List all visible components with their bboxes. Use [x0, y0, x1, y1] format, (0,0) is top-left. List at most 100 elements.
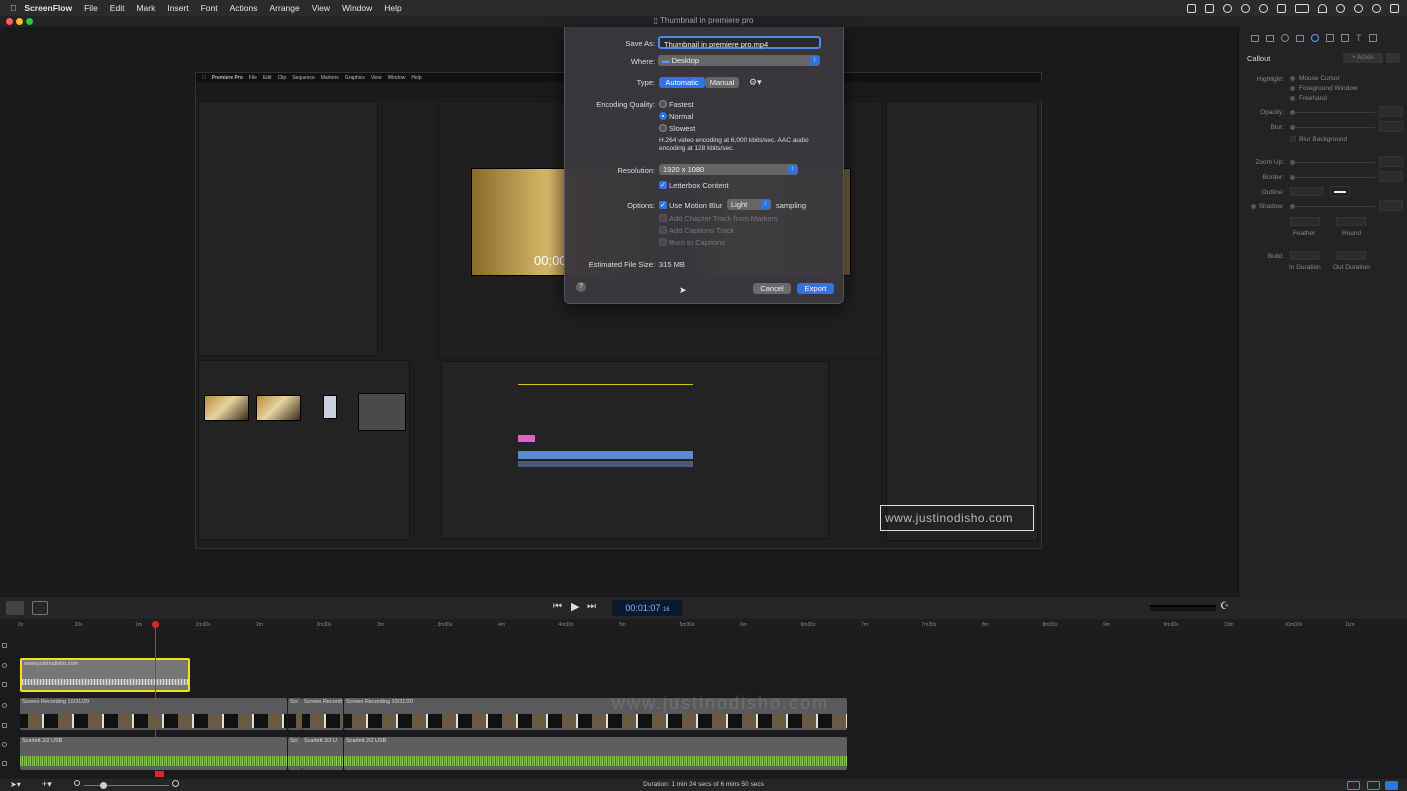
- highlight-window-radio[interactable]: [1290, 86, 1295, 91]
- border-value-field[interactable]: [1379, 171, 1403, 182]
- blur-background-checkbox[interactable]: [1290, 136, 1296, 142]
- touch-callout-icon[interactable]: [1326, 34, 1334, 42]
- text-props-icon[interactable]: T: [1356, 33, 1362, 43]
- menu-app-name[interactable]: ScreenFlow: [24, 3, 72, 13]
- track-visibility-icon-3[interactable]: [2, 742, 7, 747]
- track-visibility-icon-2[interactable]: [2, 703, 7, 708]
- menu-help[interactable]: Help: [384, 3, 401, 13]
- rewind-button[interactable]: ⏮: [553, 601, 562, 612]
- menu-font[interactable]: Font: [201, 3, 218, 13]
- menu-mark[interactable]: Mark: [136, 3, 155, 13]
- audio-clip-4[interactable]: Scarlett 2i2 USB: [344, 737, 847, 770]
- menu-edit[interactable]: Edit: [110, 3, 125, 13]
- add-action-button[interactable]: + Action: [1343, 53, 1383, 63]
- media-library-icon[interactable]: [1368, 34, 1377, 42]
- zoom-slider[interactable]: [1295, 162, 1375, 163]
- shadow-slider[interactable]: [1295, 206, 1375, 207]
- screen-recording-clip-1[interactable]: Screen Recording 10/31/20: [20, 698, 287, 730]
- callout-clip[interactable]: www.justinodisho.com: [20, 658, 190, 692]
- screen-recording-clip-2[interactable]: Scr: [288, 698, 302, 730]
- video-motion-icon[interactable]: [1281, 34, 1289, 42]
- blur-slider[interactable]: [1295, 127, 1375, 128]
- screen-recording-icon[interactable]: [1296, 34, 1304, 42]
- audio-clip-3[interactable]: Scarlett 2i2 U: [302, 737, 343, 770]
- fast-forward-button[interactable]: ⏭: [587, 601, 596, 612]
- search-icon[interactable]: [1372, 3, 1381, 13]
- add-captions-checkbox[interactable]: [659, 226, 667, 234]
- help-button[interactable]: ?: [576, 282, 586, 292]
- opacity-value-field[interactable]: [1379, 106, 1403, 117]
- play-button[interactable]: ▶: [571, 600, 579, 613]
- timeline-ruler[interactable]: 0s 30s 1m 1m30s 2m 2m30s 3m 3m30s 4m 4m30s 5m 5m30s…: [0, 619, 1407, 631]
- type-manual-tab[interactable]: Manual: [705, 77, 739, 88]
- control-center-icon[interactable]: [1390, 3, 1399, 13]
- crop-tool-button[interactable]: [32, 601, 48, 615]
- audio-clip-2[interactable]: Scr: [288, 737, 302, 770]
- round-field[interactable]: [1336, 217, 1366, 226]
- target-icon[interactable]: [1241, 3, 1250, 13]
- audio-clip-1[interactable]: Scarlett 2i2 USB: [20, 737, 287, 770]
- highlight-freehand-radio[interactable]: [1290, 96, 1295, 101]
- type-automatic-tab[interactable]: Automatic: [659, 77, 705, 88]
- quality-fastest-radio[interactable]: [659, 100, 667, 108]
- timecode-display[interactable]: 00:01:07 16: [612, 600, 683, 616]
- burn-captions-checkbox[interactable]: [659, 238, 667, 246]
- clock-icon[interactable]: [1336, 3, 1345, 13]
- track-lock-icon-2[interactable]: [2, 682, 7, 687]
- in-duration-field[interactable]: [1290, 251, 1320, 260]
- audio-props-icon[interactable]: [1266, 34, 1274, 42]
- callout-icon[interactable]: [1311, 34, 1319, 42]
- menu-insert[interactable]: Insert: [167, 3, 188, 13]
- track-lock-icon-1[interactable]: [2, 643, 7, 648]
- playhead-line[interactable]: [155, 627, 156, 773]
- menu-view[interactable]: View: [312, 3, 330, 13]
- cancel-button[interactable]: Cancel: [753, 283, 791, 294]
- keyboard-icon[interactable]: [1205, 3, 1214, 13]
- motion-blur-checkbox[interactable]: ✓: [659, 201, 667, 209]
- skype-icon[interactable]: [1259, 3, 1268, 13]
- track-lock-icon-4[interactable]: [2, 761, 7, 766]
- add-chapter-checkbox[interactable]: [659, 214, 667, 222]
- shadow-value-field[interactable]: [1379, 200, 1403, 211]
- bluetooth-icon[interactable]: [1277, 3, 1286, 13]
- track-visibility-icon-1[interactable]: [2, 663, 7, 668]
- detach-button[interactable]: [6, 601, 24, 615]
- snap-toggle-icon[interactable]: [1347, 781, 1360, 790]
- letterbox-checkbox[interactable]: ✓: [659, 181, 667, 189]
- export-button[interactable]: Export: [797, 283, 834, 294]
- menu-actions[interactable]: Actions: [230, 3, 258, 13]
- apple-icon[interactable]: : [10, 3, 16, 13]
- outline-color-well[interactable]: [1330, 186, 1350, 197]
- opacity-slider[interactable]: [1295, 112, 1375, 113]
- wifi-icon[interactable]: [1318, 3, 1327, 13]
- record-icon[interactable]: [1187, 3, 1196, 13]
- resolution-select[interactable]: 1920 x 1080 ↕: [659, 164, 798, 175]
- save-as-field[interactable]: Thumbnail in premiere pro.mp4: [658, 36, 821, 49]
- feather-field[interactable]: [1290, 217, 1320, 226]
- where-select[interactable]: ▬ Desktop ↕: [658, 55, 820, 66]
- highlight-mouse-radio[interactable]: [1290, 76, 1295, 81]
- quality-slowest-radio[interactable]: [659, 124, 667, 132]
- cloud-icon[interactable]: [1223, 3, 1232, 13]
- out-duration-field[interactable]: [1336, 251, 1366, 260]
- timeline-tracks[interactable]: www.justinodisho.com Screen Recording 10…: [0, 631, 1407, 779]
- track-lock-icon-3[interactable]: [2, 723, 7, 728]
- gear-icon[interactable]: ⚙▾: [749, 77, 762, 88]
- menu-file[interactable]: File: [84, 3, 98, 13]
- motion-blur-level-select[interactable]: Light ↕: [727, 199, 771, 210]
- loop-toggle-icon[interactable]: [1367, 781, 1380, 790]
- inspector-options-button[interactable]: [1386, 53, 1400, 63]
- user-icon[interactable]: [1354, 3, 1363, 13]
- battery-icon[interactable]: [1295, 3, 1309, 13]
- track-toggle-icon[interactable]: [1385, 781, 1398, 790]
- quality-normal-radio[interactable]: [659, 112, 667, 120]
- playhead-foot[interactable]: [155, 771, 164, 777]
- menu-arrange[interactable]: Arrange: [270, 3, 300, 13]
- screen-recording-clip-3[interactable]: Screen Recordi: [302, 698, 343, 730]
- headphones-icon[interactable]: ☪: [1220, 601, 1229, 612]
- zoom-value-field[interactable]: [1379, 156, 1403, 167]
- outline-value-field[interactable]: [1290, 187, 1324, 196]
- border-slider[interactable]: [1295, 177, 1375, 178]
- annotations-icon[interactable]: [1341, 34, 1349, 42]
- blur-value-field[interactable]: [1379, 121, 1403, 132]
